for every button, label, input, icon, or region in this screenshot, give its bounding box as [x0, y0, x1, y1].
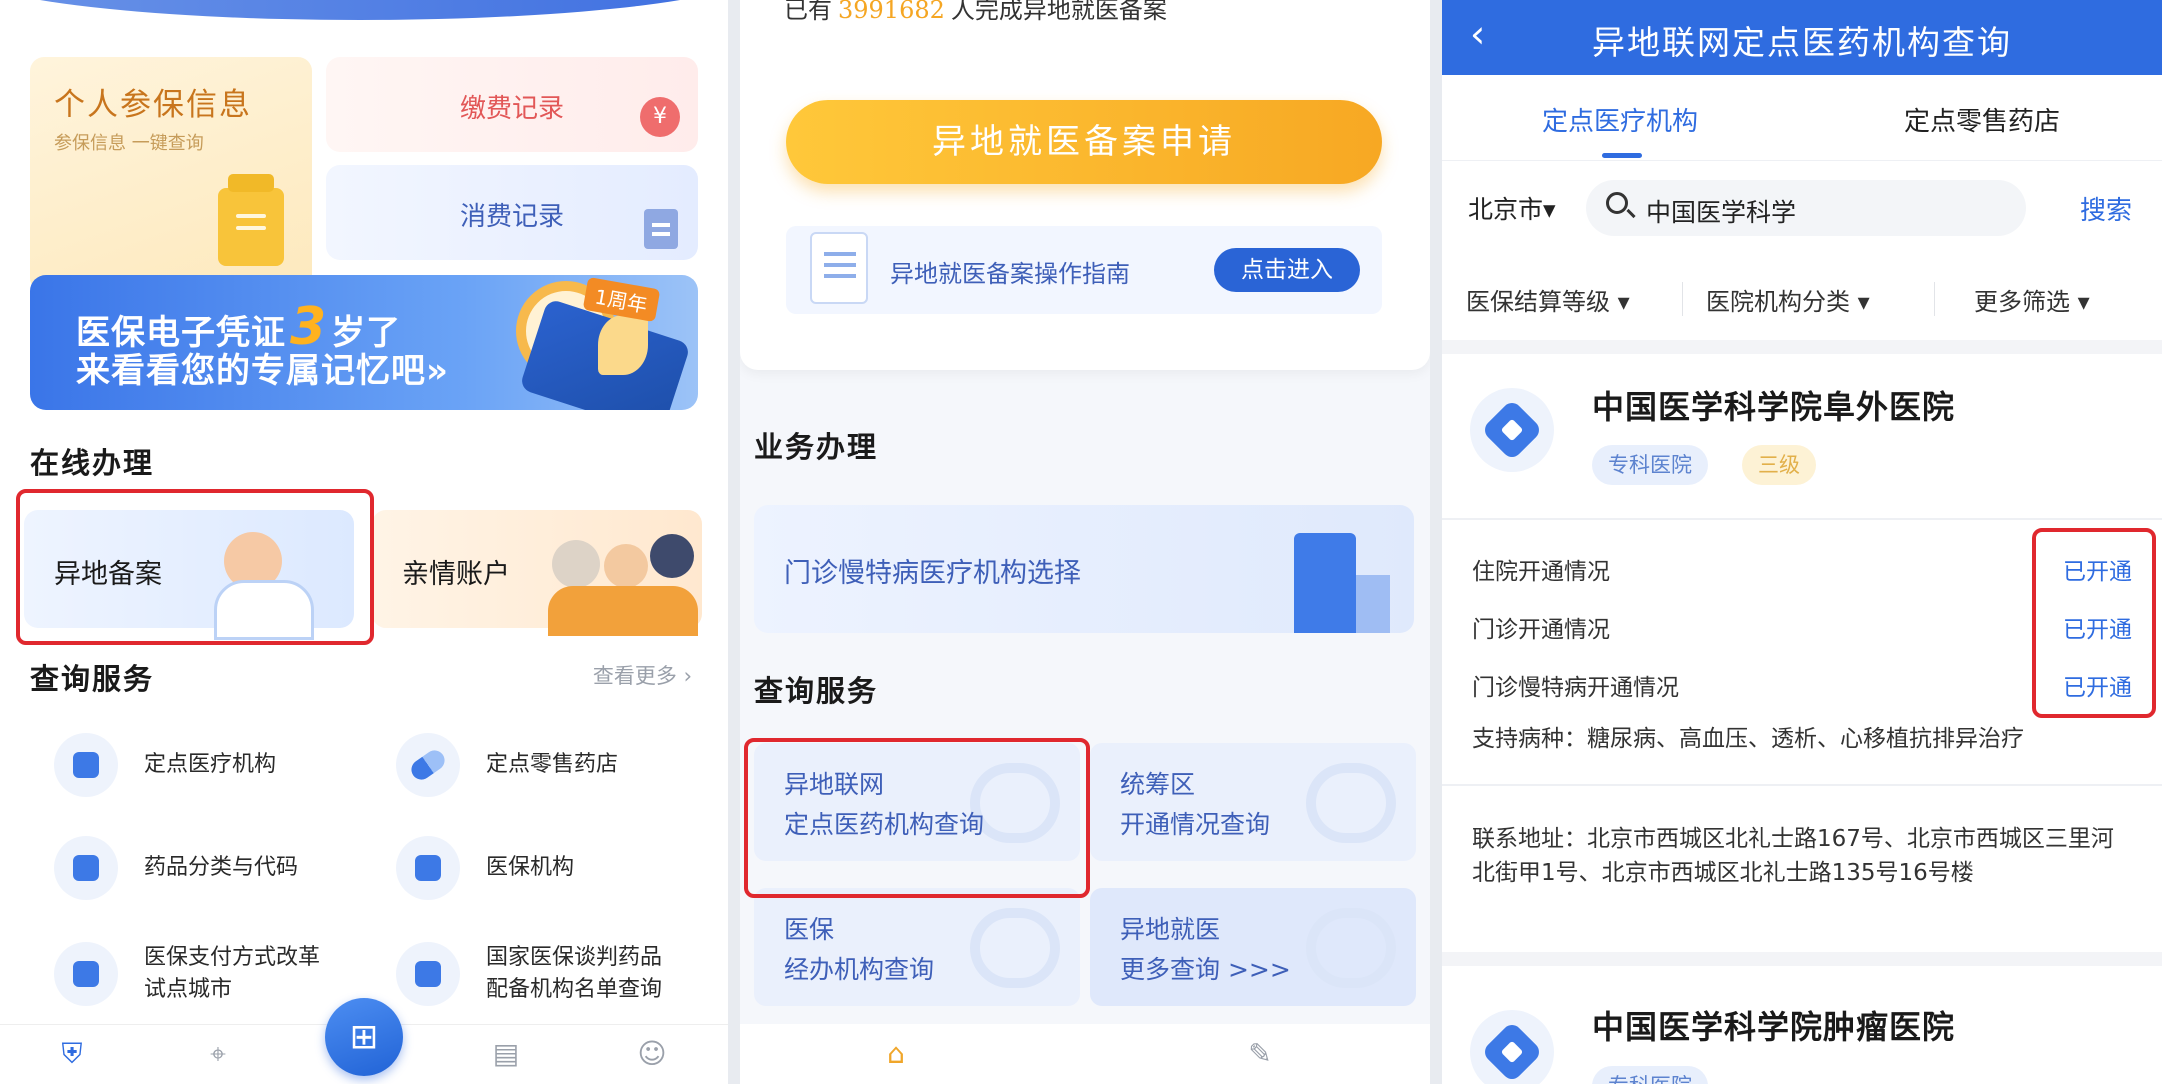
search-button[interactable]: 搜索 [2080, 190, 2132, 227]
search-icon [1606, 192, 1628, 214]
active-tab-indicator [1602, 153, 1642, 158]
apply-filing-button[interactable]: 异地就医备案申请 [786, 100, 1382, 184]
reform-icon [54, 942, 118, 1006]
more-query-card[interactable]: 异地就医 更多查询 >>> [1090, 888, 1416, 1006]
bottom-nav: ⌂ ✎ [740, 1024, 1430, 1084]
chronic-disease-label: 门诊慢特病医疗机构选择 [784, 558, 1081, 589]
designated-pharmacy-item[interactable]: 定点零售药店 [396, 727, 696, 807]
hospital-logo-icon [1470, 388, 1554, 472]
chronic-status-label: 门诊慢特病开通情况 [1472, 675, 1679, 701]
filter-bar: 医保结算等级 ▾ 医院机构分类 ▾ 更多筛选 ▾ [1442, 268, 2162, 328]
filing-guide-row[interactable]: 异地就医备案操作指南 点击进入 [786, 226, 1382, 314]
location-icon [1306, 763, 1396, 843]
chat-icon[interactable]: ☺ [636, 1038, 668, 1070]
family-illustration [552, 540, 600, 588]
family-account-label: 亲情账户 [402, 559, 510, 590]
family-account-card[interactable]: 亲情账户 [372, 510, 702, 636]
hospital-building-icon [1294, 533, 1390, 633]
personal-insurance-subtitle: 参保信息 一键查询 [54, 133, 204, 154]
online-section-title: 在线办理 [30, 446, 155, 480]
highlight-remote-filing [16, 489, 374, 645]
city-selector[interactable]: 北京市▾ [1468, 190, 1556, 226]
query-section-title: 查询服务 [30, 662, 155, 696]
hospital-logo-icon [1470, 1010, 1554, 1084]
banner-subline: 来看看您的专属记忆吧» [76, 351, 449, 391]
document-icon [810, 232, 868, 304]
list-icon [54, 836, 118, 900]
business-section-title: 业务办理 [754, 430, 879, 464]
negotiated-drug-item[interactable]: 国家医保谈判药品 配备机构名单查询 [396, 936, 716, 1016]
agency-icon [396, 836, 460, 900]
search-row: 北京市▾ 中国医学科学 搜索 [1442, 170, 2162, 246]
title-bar: ‹ 异地联网定点医药机构查询 [1442, 0, 2162, 75]
tab-bar: 定点医疗机构 定点零售药店 [1442, 75, 2162, 161]
enter-icon [1306, 908, 1396, 988]
hospital-type-tag: 专科医院 [1592, 445, 1708, 485]
tab-designated-hospitals[interactable]: 定点医疗机构 [1542, 101, 1698, 138]
page-title: 异地联网定点医药机构查询 [1592, 23, 2012, 62]
pill-icon [396, 733, 460, 797]
receipt-icon [644, 209, 678, 249]
insurance-agency-item[interactable]: 医保机构 [396, 830, 696, 910]
institution-query-screen: ‹ 异地联网定点医药机构查询 定点医疗机构 定点零售药店 北京市▾ 中国医学科学… [1442, 0, 2162, 1084]
search-input[interactable]: 中国医学科学 [1586, 180, 2026, 236]
payment-reform-item[interactable]: 医保支付方式改革 试点城市 [54, 936, 354, 1016]
settlement-level-filter[interactable]: 医保结算等级 ▾ [1466, 282, 1630, 317]
institution-type-filter[interactable]: 医院机构分类 ▾ [1706, 282, 1870, 317]
supported-diseases: 支持病种：糖尿病、高血压、透析、心移植抗排异治疗 [1472, 726, 2024, 752]
hospital-name[interactable]: 中国医学科学院肿瘤医院 [1592, 1002, 1955, 1048]
anniversary-banner[interactable]: 1周年 医保电子凭证3 岁了 来看看您的专属记忆吧» [30, 275, 698, 410]
edit-icon[interactable]: ✎ [1244, 1038, 1276, 1070]
filing-card: 已有 3991682 人完成异地就医备案 异地就医备案申请 异地就医备案操作指南 点… [740, 0, 1430, 370]
network-icon [396, 942, 460, 1006]
layers-icon [970, 908, 1060, 988]
chronic-disease-card[interactable]: 门诊慢特病医疗机构选择 [754, 505, 1414, 633]
hospital-name[interactable]: 中国医学科学院阜外医院 [1592, 382, 1955, 428]
more-filter[interactable]: 更多筛选 ▾ [1974, 282, 2090, 317]
filing-count-text: 已有 3991682 人完成异地就医备案 [784, 0, 1167, 24]
header-curve [0, 0, 728, 20]
wallet-icon [218, 174, 284, 266]
query-section-title: 查询服务 [754, 674, 879, 708]
paper-illustration [598, 315, 648, 375]
filing-guide-label: 异地就医备案操作指南 [890, 260, 1130, 288]
hospital-address: 联系地址：北京市西城区北礼士路167号、北京市西城区三里河北街甲1号、北京市西城… [1472, 826, 2114, 886]
outpatient-status-label: 门诊开通情况 [1472, 617, 1610, 643]
document-icon[interactable]: ▤ [490, 1038, 522, 1070]
agency-query-card[interactable]: 医保 经办机构查询 [754, 888, 1080, 1006]
enter-button[interactable]: 点击进入 [1214, 248, 1360, 292]
payment-record-card[interactable]: 缴费记录 ¥ [326, 57, 698, 152]
location-icon[interactable]: ⌖ [202, 1038, 234, 1070]
yuan-icon: ¥ [640, 97, 680, 137]
designated-hospital-item[interactable]: 定点医疗机构 [54, 727, 354, 807]
inpatient-status-label: 住院开通情况 [1472, 559, 1610, 585]
view-more-link[interactable]: 查看更多 › [593, 660, 692, 690]
pooling-area-query-card[interactable]: 统筹区 开通情况查询 [1090, 743, 1416, 861]
scan-icon[interactable]: ⊞ [325, 998, 403, 1076]
consumption-record-card[interactable]: 消费记录 [326, 165, 698, 260]
home-screen: 个人参保信息 参保信息 一键查询 缴费记录 ¥ 消费记录 1周年 医保电子凭证3… [0, 0, 728, 1084]
remote-medical-screen: 已有 3991682 人完成异地就医备案 异地就医备案申请 异地就医备案操作指南 点… [740, 0, 1430, 1084]
hospital-grade-tag: 三级 [1742, 445, 1816, 485]
personal-insurance-card[interactable]: 个人参保信息 参保信息 一键查询 [30, 57, 312, 292]
drug-category-item[interactable]: 药品分类与代码 [54, 830, 354, 910]
shield-icon[interactable]: ⛨ [56, 1038, 88, 1070]
highlight-open-status [2032, 528, 2156, 718]
hospital-icon [54, 733, 118, 797]
tab-designated-pharmacies[interactable]: 定点零售药店 [1904, 101, 2060, 138]
personal-insurance-title: 个人参保信息 [54, 87, 252, 123]
home-icon[interactable]: ⌂ [880, 1038, 912, 1070]
search-value: 中国医学科学 [1646, 198, 1797, 227]
highlight-institution-query [744, 738, 1090, 898]
consumption-record-label: 消费记录 [459, 202, 564, 232]
hospital-type-tag: 专科医院 [1592, 1066, 1708, 1084]
